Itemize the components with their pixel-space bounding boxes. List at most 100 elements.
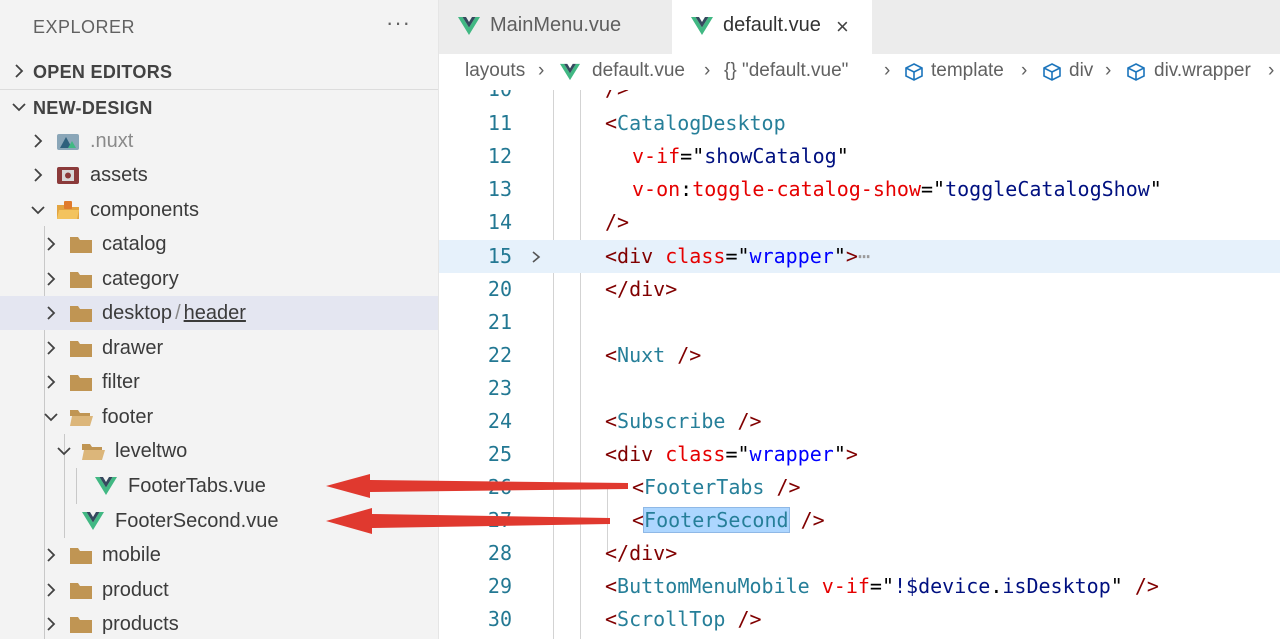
tree-folder-filter[interactable]: filter [0,365,438,399]
project-section[interactable]: NEW-DESIGN [0,89,438,123]
token: = [725,244,738,268]
tree-label: catalog [102,233,167,255]
tree-folder-products[interactable]: products [0,607,438,639]
tree-folder-assets[interactable]: assets [0,158,438,192]
tree-label: drawer [102,337,164,359]
folder-open-icon [82,444,105,460]
token: > [665,277,678,301]
breadcrumb-separator: › [704,60,711,81]
close-icon[interactable]: × [836,14,849,40]
chevron-right-icon [34,134,43,148]
code-text: <FooterSecond /> [632,507,825,533]
selected-token[interactable]: FooterSecond [643,507,790,533]
chevron-down-icon [12,103,26,112]
open-editors-label: OPEN EDITORS [33,62,173,82]
code-text: </div> [605,277,677,301]
line-number: 15 [487,244,512,268]
token: ButtomMenuMobile [617,574,810,598]
cube-icon [1043,63,1061,81]
token: > [665,541,678,565]
code-text: <FooterTabs /> [632,475,801,499]
code-text: <CatalogDesktop [605,111,786,135]
tree-folder-components[interactable]: components [0,193,438,227]
breadcrumb-layouts[interactable]: layouts [465,60,525,82]
chevron-right-icon[interactable] [527,247,545,267]
token: wrapper [749,244,834,268]
chevron-right-icon [34,168,43,182]
breadcrumb-template[interactable]: template [931,60,1004,82]
tree-folder-category[interactable]: category [0,262,438,296]
tree-folder-desktop-header[interactable]: desktop / header [0,296,438,330]
folded-ellipsis[interactable]: ⋯ [858,244,870,268]
vue-icon [458,17,480,35]
breadcrumb-separator: › [884,60,891,81]
folder-open-icon [70,410,93,426]
breadcrumb-separator: › [1268,60,1275,81]
explorer-title: EXPLORER [33,17,136,37]
token: " [1149,177,1162,201]
token: " [833,244,846,268]
tree-folder-nuxt[interactable]: .nuxt [0,124,438,158]
token: ScrollTop [617,607,726,631]
breadcrumb-module[interactable]: {} "default.vue" [724,60,848,82]
line-number: 26 [487,475,512,499]
code-editor[interactable]: 10 /> 11 <CatalogDesktop 12 v-if="showCa… [439,90,1280,639]
token: Nuxt [617,343,666,367]
tree-folder-footer[interactable]: footer [0,400,438,434]
breadcrumb-separator: › [1021,60,1028,81]
tree-file-footersecond[interactable]: FooterSecond.vue [0,504,438,538]
token: v-if [821,574,870,598]
token: = [725,442,738,466]
token: > [845,442,858,466]
token: /> [677,343,702,367]
token: FooterTabs [644,475,765,499]
chevron-right-icon [47,375,56,389]
tab-mainmenu-vue[interactable]: MainMenu.vue [439,0,671,54]
code-line-22: 22 <Nuxt /> [439,339,1280,372]
token: < [605,244,618,268]
token: /> [800,508,825,532]
chevron-right-icon [47,548,56,562]
token: < [632,475,645,499]
explorer-sidebar: EXPLORER ··· OPEN EDITORS NEW-DESIGN .nu… [0,0,439,639]
token: toggleCatalogShow [945,177,1150,201]
open-editors-section[interactable]: OPEN EDITORS [0,54,438,88]
project-label: NEW-DESIGN [33,98,153,118]
code-text: v-if="showCatalog" [632,144,849,168]
token: CatalogDesktop [617,111,786,135]
tree-folder-catalog[interactable]: catalog [0,227,438,261]
tree-folder-drawer[interactable]: drawer [0,331,438,365]
tab-default-vue[interactable]: default.vue × [672,0,872,54]
code-line-15: 15 <div class="wrapper">⋯ [439,240,1280,273]
token: . [990,574,1003,598]
tab-label: MainMenu.vue [490,14,622,36]
code-line-11: 11 <CatalogDesktop [439,107,1280,140]
code-line-28: 28 </div> [439,537,1280,570]
code-line-27: 27 <FooterSecond /> [439,504,1280,537]
tree-folder-leveltwo[interactable]: leveltwo [0,434,438,468]
tree-folder-product[interactable]: product [0,573,438,607]
folder-icon [70,341,92,357]
tree-label: desktop / header [102,302,246,325]
breadcrumb-div-wrapper[interactable]: div.wrapper [1154,60,1251,82]
folder-icon [70,617,92,633]
tree-folder-mobile[interactable]: mobile [0,538,438,572]
breadcrumb-file[interactable]: default.vue [592,60,685,82]
token: </ [605,541,630,565]
tree-file-footertabs[interactable]: FooterTabs.vue [0,469,438,503]
breadcrumb-div[interactable]: div [1069,60,1093,82]
token: < [605,442,618,466]
code-text: <Subscribe /> [605,409,762,433]
line-number: 25 [487,442,512,466]
tree-label: FooterSecond.vue [115,510,279,532]
tree-label-header[interactable]: header [184,302,246,324]
line-number: 13 [487,177,512,201]
chevron-right-icon [47,617,56,631]
more-actions-button[interactable]: ··· [386,10,411,36]
token: div [629,277,666,301]
chevron-right-icon [15,64,24,78]
token: < [605,409,618,433]
token: /> [776,475,801,499]
token: " [1110,574,1123,598]
code-line-20: 20 </div> [439,273,1280,306]
